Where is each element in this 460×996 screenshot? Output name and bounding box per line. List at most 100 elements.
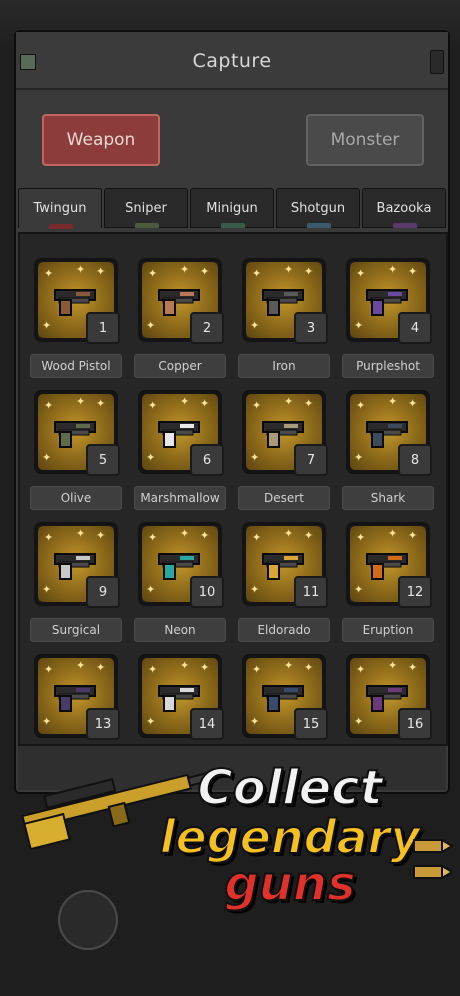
weapon-slot[interactable]: ✦✦✦✦✦11	[242, 522, 328, 608]
weapon-card[interactable]: ✦✦✦✦✦5Olive	[30, 390, 122, 516]
tab-shotgun[interactable]: Shotgun	[276, 188, 360, 228]
sparkle-icon: ✦	[42, 451, 52, 464]
sparkle-icon: ✦	[250, 451, 260, 464]
sparkle-icon: ✦	[304, 529, 314, 542]
sparkle-icon: ✦	[42, 715, 52, 728]
weapon-grid: ✦ ✦ ✦ ✦ ✦ 1 Wood Pistol ✦ ✦ ✦ ✦ ✦ 2 Copper ✦ ✦ ✦ ✦ ✦ 3 Iron ✦…	[18, 232, 448, 746]
weapon-slot[interactable]: ✦✦✦✦✦15	[242, 654, 328, 740]
weapon-name-label: Iron	[238, 354, 330, 378]
sparkle-icon: ✦	[76, 527, 86, 540]
sparkle-icon: ✦	[44, 531, 54, 544]
weapon-card[interactable]: ✦✦✦✦✦11Eldorado	[238, 522, 330, 648]
weapon-card[interactable]: ✦✦✦✦✦9Surgical	[30, 522, 122, 648]
weapon-button[interactable]: Weapon	[42, 114, 160, 166]
weapon-name-label: Shark	[342, 486, 434, 510]
sparkle-icon: ✦	[148, 663, 158, 676]
weapon-slot[interactable]: ✦✦✦✦✦9	[34, 522, 120, 608]
weapon-card[interactable]: ✦✦✦✦✦2Copper	[134, 258, 226, 384]
sparkle-icon: ✦	[388, 395, 398, 408]
tab-minigun[interactable]: Minigun	[190, 188, 274, 228]
weapon-number-badge: 10	[190, 576, 224, 608]
tab-color-mark	[307, 223, 331, 228]
monster-button[interactable]: Monster	[306, 114, 424, 166]
weapon-number-badge: 2	[190, 312, 224, 344]
sparkle-icon: ✦	[388, 527, 398, 540]
weapon-slot[interactable]: ✦✦✦✦✦10	[138, 522, 224, 608]
weapon-card[interactable]: ✦✦✦✦✦1Wood Pistol	[30, 258, 122, 384]
weapon-number-badge: 15	[294, 708, 328, 740]
tab-sniper[interactable]: Sniper	[104, 188, 188, 228]
weapon-card[interactable]: ✦✦✦✦✦12Eruption	[342, 522, 434, 648]
joystick-icon[interactable]	[58, 890, 118, 950]
weapon-card[interactable]: ✦✦✦✦✦15	[238, 654, 330, 744]
sparkle-icon: ✦	[180, 527, 190, 540]
weapon-card[interactable]: ✦✦✦✦✦7Desert	[238, 390, 330, 516]
weapon-card[interactable]: ✦✦✦✦✦6Marshmallow	[134, 390, 226, 516]
weapon-slot[interactable]: ✦✦✦✦✦5	[34, 390, 120, 476]
sparkle-icon: ✦	[200, 529, 210, 542]
sparkle-icon: ✦	[388, 659, 398, 672]
sparkle-icon: ✦	[96, 397, 106, 410]
tab-color-mark	[49, 224, 73, 229]
weapon-card[interactable]: ✦✦✦✦✦16	[342, 654, 434, 744]
bullets-icon	[413, 838, 454, 880]
weapon-slot[interactable]: ✦✦✦✦✦16	[346, 654, 432, 740]
sparkle-icon: ✦	[356, 267, 366, 280]
weapon-number-badge: 8	[398, 444, 432, 476]
weapon-name-label: Neon	[134, 618, 226, 642]
weapon-slot[interactable]: ✦✦✦✦✦12	[346, 522, 432, 608]
sparkle-icon: ✦	[146, 451, 156, 464]
sparkle-icon: ✦	[354, 451, 364, 464]
weapon-slot[interactable]: ✦✦✦✦✦13	[34, 654, 120, 740]
weapon-name-label: Eruption	[342, 618, 434, 642]
weapon-number-badge: 13	[86, 708, 120, 740]
weapon-card[interactable]: ✦✦✦✦✦14	[134, 654, 226, 744]
sparkle-icon: ✦	[44, 267, 54, 280]
weapon-number-badge: 11	[294, 576, 328, 608]
sparkle-icon: ✦	[76, 263, 86, 276]
weapon-slot[interactable]: ✦✦✦✦✦14	[138, 654, 224, 740]
weapon-slot[interactable]: ✦✦✦✦✦7	[242, 390, 328, 476]
sparkle-icon: ✦	[76, 395, 86, 408]
weapon-slot[interactable]: ✦✦✦✦✦4	[346, 258, 432, 344]
weapon-number-badge: 4	[398, 312, 432, 344]
weapon-tabs: Twingun Sniper Minigun Shotgun Bazooka	[18, 188, 446, 229]
weapon-slot[interactable]: ✦✦✦✦✦3	[242, 258, 328, 344]
sparkle-icon: ✦	[96, 661, 106, 674]
sparkle-icon: ✦	[42, 583, 52, 596]
weapon-slot[interactable]: ✦✦✦✦✦2	[138, 258, 224, 344]
sparkle-icon: ✦	[354, 583, 364, 596]
sparkle-icon: ✦	[200, 397, 210, 410]
sparkle-icon: ✦	[408, 529, 418, 542]
sparkle-icon: ✦	[148, 399, 158, 412]
weapon-name-label: Surgical	[30, 618, 122, 642]
weapon-card[interactable]: ✦✦✦✦✦4Purpleshot	[342, 258, 434, 384]
capture-panel: Capture Weapon Monster Twingun Sniper Mi…	[14, 30, 450, 794]
tab-twingun[interactable]: Twingun	[18, 188, 102, 229]
weapon-card[interactable]: ✦✦✦✦✦8Shark	[342, 390, 434, 516]
sparkle-icon: ✦	[146, 715, 156, 728]
close-handle[interactable]	[430, 50, 444, 74]
sparkle-icon: ✦	[200, 661, 210, 674]
weapon-slot[interactable]: ✦✦✦✦✦8	[346, 390, 432, 476]
weapon-number-badge: 6	[190, 444, 224, 476]
sparkle-icon: ✦	[42, 319, 52, 332]
weapon-card[interactable]: ✦✦✦✦✦10Neon	[134, 522, 226, 648]
sparkle-icon: ✦	[354, 715, 364, 728]
tab-bazooka[interactable]: Bazooka	[362, 188, 446, 228]
sparkle-icon: ✦	[148, 531, 158, 544]
sparkle-icon: ✦	[408, 265, 418, 278]
weapon-number-badge: 16	[398, 708, 432, 740]
sparkle-icon: ✦	[96, 265, 106, 278]
weapon-slot[interactable]: ✦✦✦✦✦1	[34, 258, 120, 344]
sparkle-icon: ✦	[180, 395, 190, 408]
sparkle-icon: ✦	[44, 663, 54, 676]
weapon-card[interactable]: ✦✦✦✦✦13	[30, 654, 122, 744]
sparkle-icon: ✦	[180, 659, 190, 672]
tab-color-mark	[393, 223, 417, 228]
sparkle-icon: ✦	[146, 583, 156, 596]
promo-line-collect: Collect	[196, 759, 383, 817]
weapon-slot[interactable]: ✦✦✦✦✦6	[138, 390, 224, 476]
weapon-card[interactable]: ✦✦✦✦✦3 Iron	[238, 258, 330, 384]
sparkle-icon: ✦	[304, 265, 314, 278]
